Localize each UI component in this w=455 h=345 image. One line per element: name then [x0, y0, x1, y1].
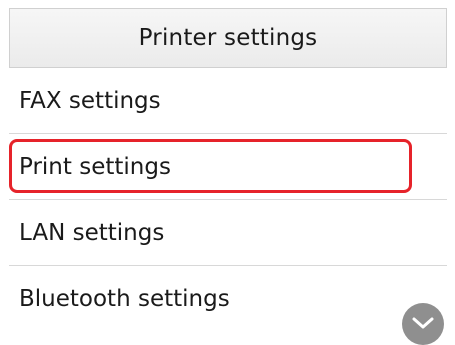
menu-item-bluetooth-settings[interactable]: Bluetooth settings	[9, 266, 447, 332]
menu-item-label: Print settings	[19, 153, 171, 180]
menu-item-label: LAN settings	[19, 219, 165, 246]
menu-item-lan-settings[interactable]: LAN settings	[9, 200, 447, 266]
menu-item-fax-settings[interactable]: FAX settings	[9, 68, 447, 134]
printer-settings-screen: Printer settings FAX settings Print sett…	[0, 0, 455, 345]
menu-item-label: Bluetooth settings	[19, 286, 230, 312]
menu-item-print-settings[interactable]: Print settings	[9, 134, 447, 200]
settings-menu-list: FAX settings Print settings LAN settings…	[9, 68, 447, 332]
page-title: Printer settings	[9, 8, 447, 68]
menu-item-label: FAX settings	[19, 87, 161, 114]
scroll-down-button[interactable]	[402, 303, 444, 345]
chevron-down-icon	[411, 315, 435, 334]
